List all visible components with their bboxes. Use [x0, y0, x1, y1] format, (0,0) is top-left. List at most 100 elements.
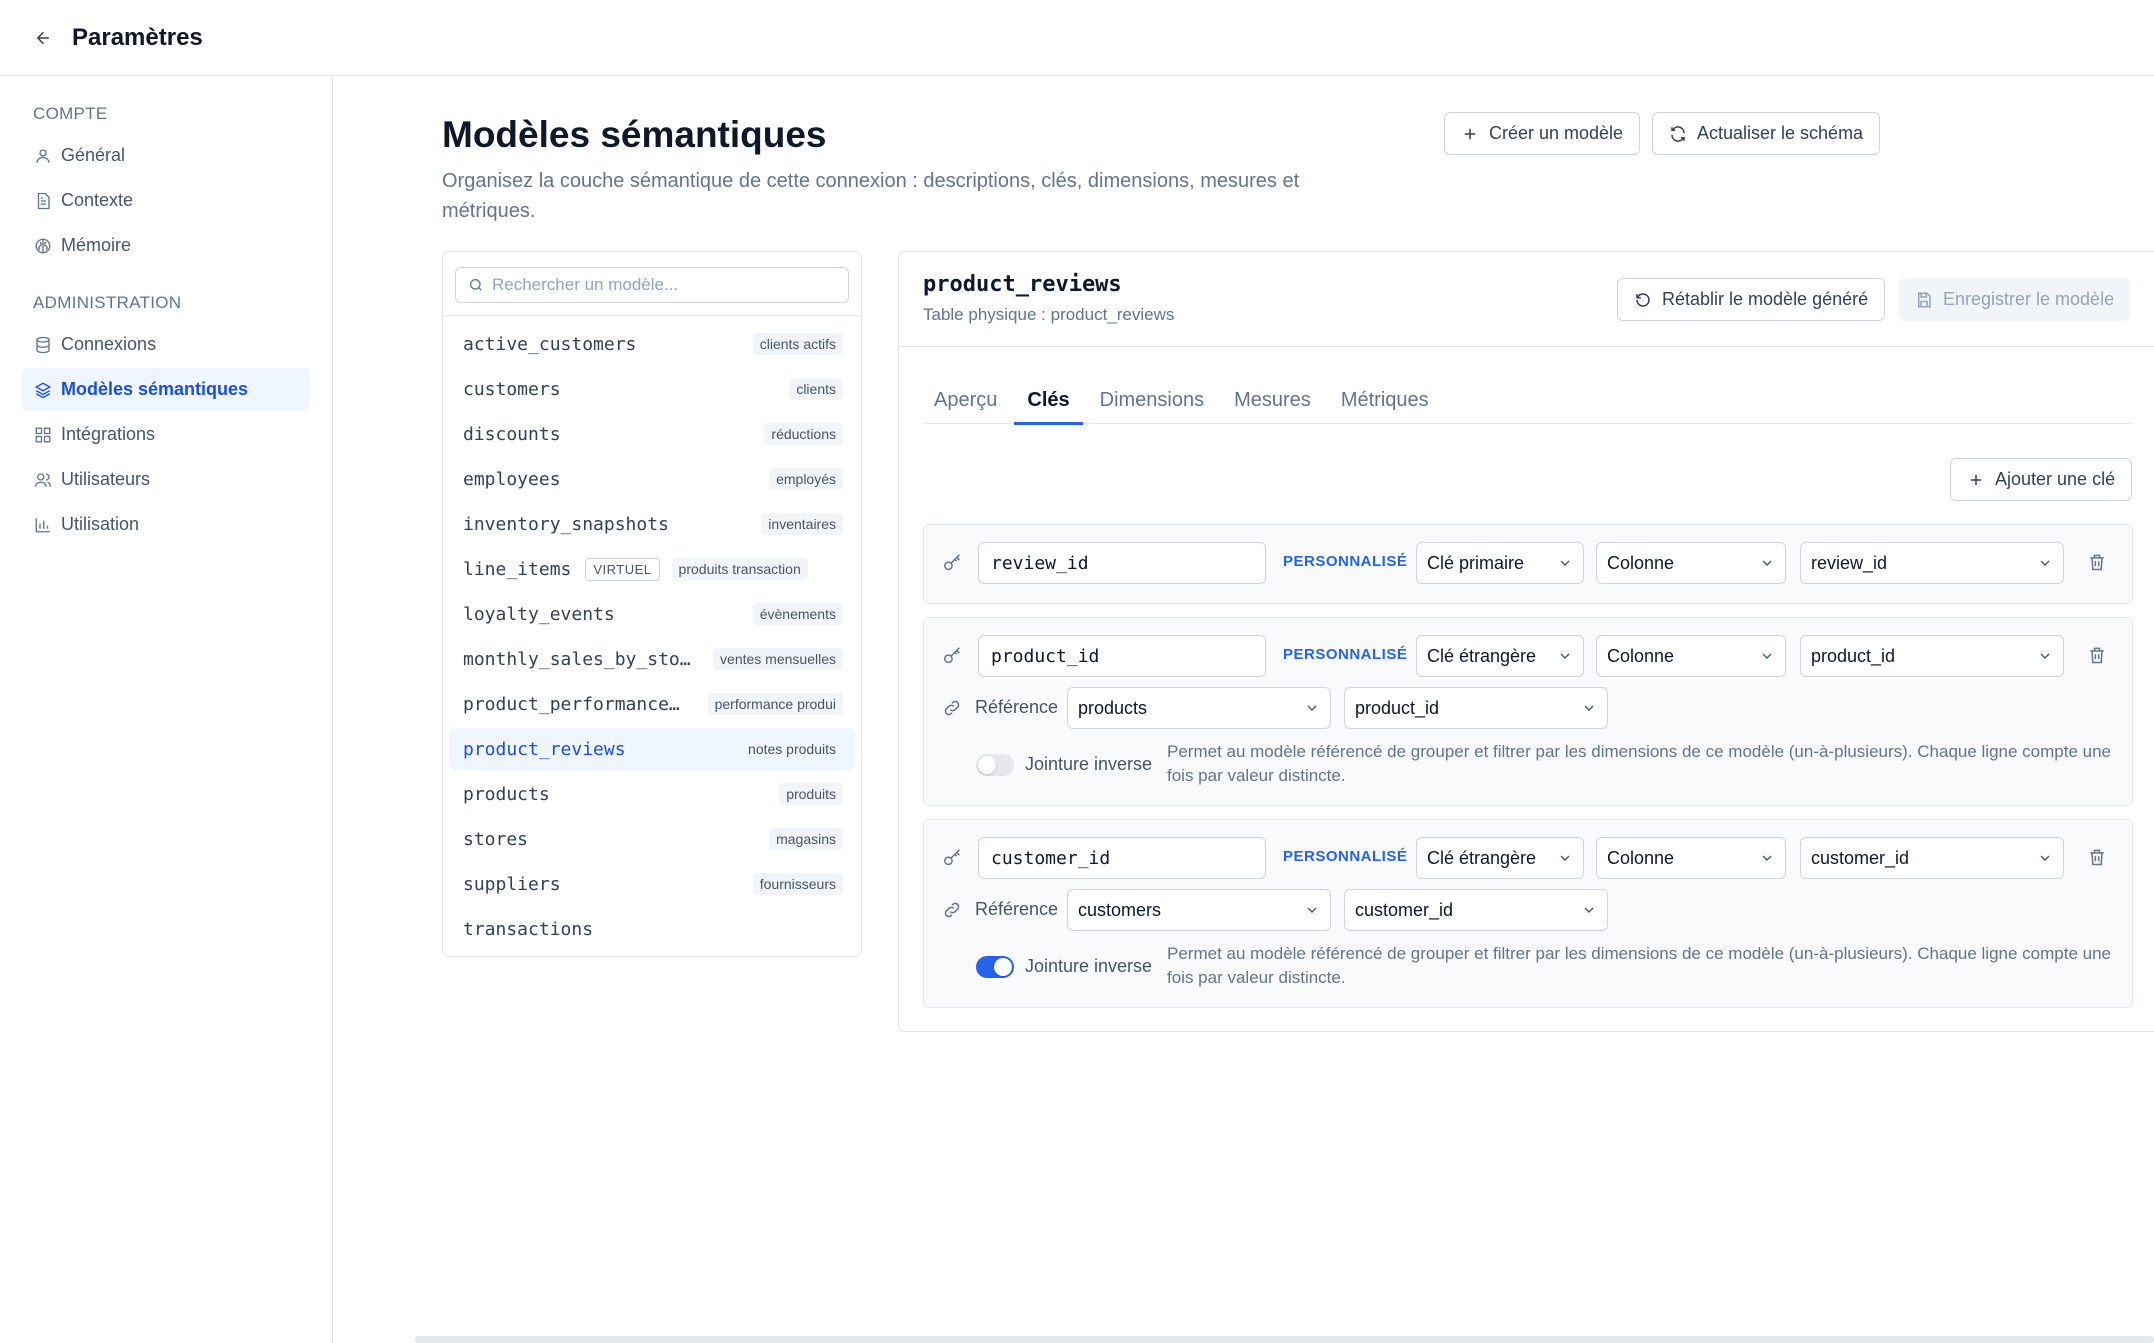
model-name: product_performance…: [463, 693, 680, 715]
refresh-icon: [1669, 125, 1687, 143]
model-name: inventory_snapshots: [463, 513, 669, 535]
inverse-join-description: Permet au modèle référencé de grouper et…: [1167, 944, 2112, 987]
inverse-join-label: Jointure inverse: [1025, 754, 1153, 774]
model-list: active_customers clients actifs customer…: [449, 323, 855, 953]
tab-overview[interactable]: Aperçu: [923, 376, 1010, 424]
model-name: customers: [463, 378, 561, 400]
model-tag: évènements: [752, 603, 843, 625]
horizontal-scrollbar[interactable]: [415, 1336, 2154, 1343]
column-select[interactable]: product_id: [1800, 635, 2064, 677]
custom-badge: PERSONNALISÉ: [1283, 646, 1408, 663]
tab-dimensions[interactable]: Dimensions: [1087, 376, 1217, 424]
sidebar-item-integrations[interactable]: Intégrations: [22, 413, 310, 456]
source-type-select[interactable]: Colonne: [1596, 837, 1786, 879]
tab-metrics[interactable]: Métriques: [1328, 376, 1442, 424]
model-tag: clients: [789, 378, 843, 400]
trash-icon[interactable]: [2087, 847, 2107, 872]
refresh-schema-label: Actualiser le schéma: [1697, 123, 1864, 143]
section-label-account: COMPTE: [33, 104, 108, 123]
plus-icon: [1461, 125, 1479, 143]
save-model-button[interactable]: Enregistrer le modèle: [1899, 278, 2131, 321]
model-item-employees[interactable]: employees employés: [449, 458, 855, 500]
sidebar: COMPTE Général Contexte Mémoire ADMINIST…: [0, 76, 333, 1343]
sidebar-item-semantic-models[interactable]: Modèles sémantiques: [22, 368, 310, 411]
key-type-value: Clé primaire: [1427, 552, 1525, 573]
model-item-monthly-sales[interactable]: monthly_sales_by_sto… ventes mensuelles: [449, 638, 855, 680]
key-type-select[interactable]: Clé primaire: [1416, 542, 1584, 584]
sidebar-item-label: Utilisation: [61, 514, 140, 534]
model-search-input[interactable]: [492, 275, 832, 295]
model-item-discounts[interactable]: discounts réductions: [449, 413, 855, 455]
model-item-loyalty-events[interactable]: loyalty_events évènements: [449, 593, 855, 635]
layers-icon: [33, 380, 53, 400]
reference-model-select[interactable]: customers: [1067, 889, 1331, 931]
inverse-join-toggle[interactable]: [976, 754, 1014, 776]
model-search-box[interactable]: [455, 267, 849, 303]
model-item-customers[interactable]: customers clients: [449, 368, 855, 410]
column-select[interactable]: customer_id: [1800, 837, 2064, 879]
key-row: PERSONNALISÉ Clé étrangère Colonne produ…: [924, 635, 2132, 679]
chevron-down-icon: [1581, 902, 1597, 918]
sidebar-item-usage[interactable]: Utilisation: [22, 503, 310, 546]
model-tag: réductions: [764, 423, 843, 445]
model-detail-panel: product_reviews Table physique : product…: [898, 251, 2154, 1032]
key-type-select[interactable]: Clé étrangère: [1416, 635, 1584, 677]
model-item-active-customers[interactable]: active_customers clients actifs: [449, 323, 855, 365]
create-model-button[interactable]: Créer un modèle: [1444, 112, 1641, 155]
key-card-review-id: PERSONNALISÉ Clé primaire Colonne review…: [923, 524, 2133, 604]
source-type-select[interactable]: Colonne: [1596, 542, 1786, 584]
reference-label: Référence: [975, 697, 1059, 717]
chevron-down-icon: [1759, 648, 1775, 664]
sidebar-item-connections[interactable]: Connexions: [22, 323, 310, 366]
key-type-select[interactable]: Clé étrangère: [1416, 837, 1584, 879]
reference-model-select[interactable]: products: [1067, 687, 1331, 729]
model-item-line-items[interactable]: line_items VIRTUEL produits transaction: [449, 548, 855, 590]
inverse-join-row: Jointure inverse Permet au modèle référe…: [924, 740, 2132, 796]
reference-model-value: customers: [1078, 899, 1162, 920]
model-name: suppliers: [463, 873, 561, 895]
reference-column-select[interactable]: product_id: [1344, 687, 1608, 729]
model-item-transactions[interactable]: transactions: [449, 908, 855, 950]
reset-model-button[interactable]: Rétablir le modèle généré: [1617, 278, 1886, 321]
virtual-badge: VIRTUEL: [585, 557, 660, 581]
model-tag: ventes mensuelles: [713, 648, 843, 670]
key-card-customer-id: PERSONNALISÉ Clé étrangère Colonne custo…: [923, 819, 2133, 1008]
add-key-button[interactable]: Ajouter une clé: [1950, 458, 2133, 501]
sidebar-item-users[interactable]: Utilisateurs: [22, 458, 310, 501]
sidebar-item-label: Intégrations: [61, 424, 156, 444]
sidebar-item-memory[interactable]: Mémoire: [22, 224, 310, 267]
chevron-down-icon: [2037, 648, 2053, 664]
list-divider: [443, 315, 861, 316]
model-item-products[interactable]: products produits: [449, 773, 855, 815]
key-card-product-id: PERSONNALISÉ Clé étrangère Colonne produ…: [923, 617, 2133, 806]
trash-icon[interactable]: [2087, 645, 2107, 670]
model-item-suppliers[interactable]: suppliers fournisseurs: [449, 863, 855, 905]
column-select[interactable]: review_id: [1800, 542, 2064, 584]
tab-keys[interactable]: Clés: [1014, 376, 1083, 425]
search-icon: [468, 277, 484, 293]
back-arrow-icon[interactable]: [32, 27, 54, 49]
reference-column-select[interactable]: customer_id: [1344, 889, 1608, 931]
key-name-input[interactable]: [978, 635, 1266, 677]
model-item-stores[interactable]: stores magasins: [449, 818, 855, 860]
tab-measures[interactable]: Mesures: [1221, 376, 1324, 424]
model-item-product-performance[interactable]: product_performance… performance produi: [449, 683, 855, 725]
page-header-title: Paramètres: [72, 23, 203, 51]
inverse-join-toggle[interactable]: [976, 956, 1014, 978]
source-type-select[interactable]: Colonne: [1596, 635, 1786, 677]
model-item-product-reviews[interactable]: product_reviews notes produits: [449, 728, 855, 770]
column-value: product_id: [1811, 645, 1896, 666]
add-key-label: Ajouter une clé: [1995, 469, 2116, 489]
model-item-inventory-snapshots[interactable]: inventory_snapshots inventaires: [449, 503, 855, 545]
key-name-input[interactable]: [978, 837, 1266, 879]
key-name-input[interactable]: [978, 542, 1266, 584]
refresh-schema-button[interactable]: Actualiser le schéma: [1652, 112, 1881, 155]
sidebar-item-general[interactable]: Général: [22, 134, 310, 177]
inverse-join-description: Permet au modèle référencé de grouper et…: [1167, 742, 2112, 785]
sidebar-item-context[interactable]: Contexte: [22, 179, 310, 222]
column-value: customer_id: [1811, 847, 1910, 868]
sidebar-item-label: Mémoire: [61, 235, 132, 255]
document-icon: [33, 191, 53, 211]
source-type-value: Colonne: [1607, 552, 1675, 573]
trash-icon[interactable]: [2087, 552, 2107, 577]
